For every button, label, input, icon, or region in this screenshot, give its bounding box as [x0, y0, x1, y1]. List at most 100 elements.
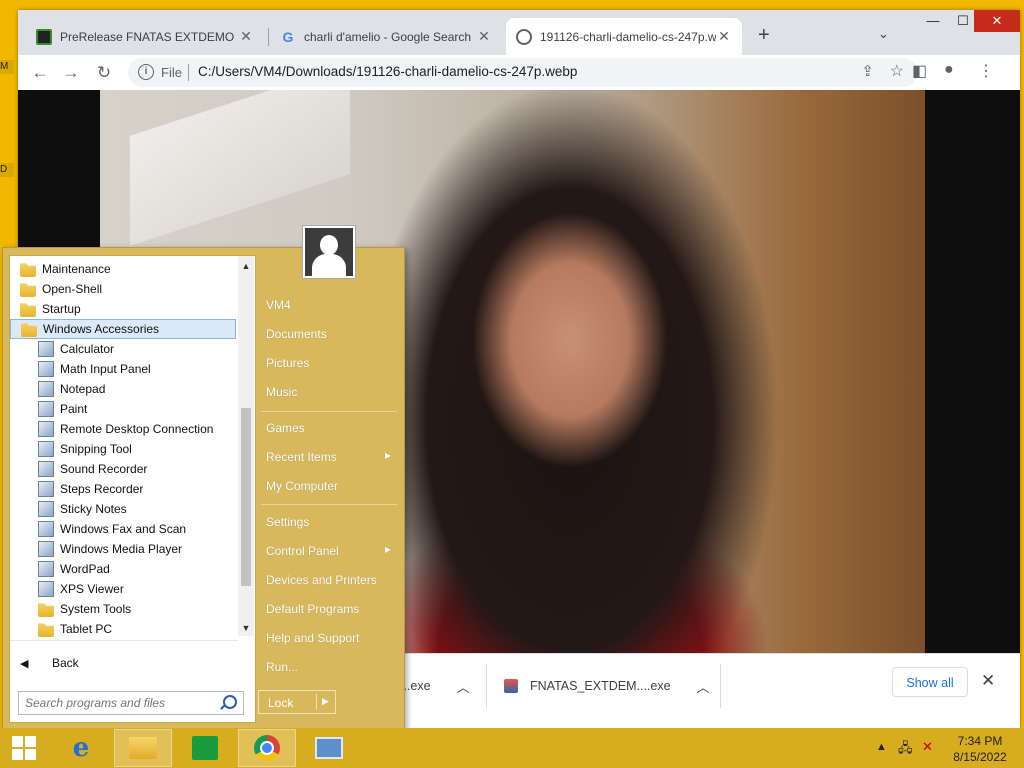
desktop-icon-label-fragment: D	[0, 163, 14, 177]
profile-avatar-icon[interactable]: ●	[944, 61, 954, 79]
program-item[interactable]: Paint	[10, 399, 236, 419]
start-item-pictures[interactable]: Pictures	[266, 356, 309, 370]
program-item[interactable]: Steps Recorder	[10, 479, 236, 499]
program-list-scrollbar[interactable]: ▲ ▼	[238, 256, 254, 636]
lock-label: Lock	[268, 696, 294, 710]
clock-date: 8/15/2022	[953, 750, 1007, 764]
program-item[interactable]: Windows Fax and Scan	[10, 519, 236, 539]
close-tab-icon[interactable]: ✕	[476, 28, 492, 45]
program-item[interactable]: WordPad	[10, 559, 236, 579]
side-panel-icon[interactable]: ◧	[912, 61, 927, 81]
program-item[interactable]: Sticky Notes	[10, 499, 236, 519]
start-item-recent-items[interactable]: Recent Items ▶	[266, 450, 391, 464]
taskbar-file-explorer[interactable]	[114, 729, 172, 767]
start-item-control-panel[interactable]: Control Panel ▶	[266, 544, 391, 558]
program-item[interactable]: XPS Viewer	[10, 579, 236, 599]
start-item-my-computer[interactable]: My Computer	[266, 479, 338, 493]
back-button[interactable]: ◀ Back	[10, 640, 238, 685]
start-item-vm4[interactable]: VM4	[266, 298, 291, 312]
fax-icon	[38, 521, 54, 537]
program-label: Steps Recorder	[60, 482, 144, 496]
chevron-up-icon[interactable]: ︿	[457, 677, 470, 696]
program-item[interactable]: Open-Shell	[10, 279, 236, 299]
program-label: WordPad	[60, 562, 110, 576]
close-tab-icon[interactable]: ✕	[716, 28, 732, 45]
search-box[interactable]	[18, 691, 244, 715]
scrollbar-thumb[interactable]	[241, 408, 251, 586]
new-tab-button[interactable]: +	[758, 24, 770, 47]
windows-logo-icon	[12, 736, 36, 760]
close-downloads-icon[interactable]: ✕	[981, 671, 995, 691]
close-window-button[interactable]: ✕	[974, 10, 1020, 32]
download-item[interactable]: ...exe ︿	[400, 666, 470, 706]
lock-button[interactable]: Lock ▶	[258, 690, 336, 714]
info-icon[interactable]: i	[138, 64, 154, 80]
taskbar-store[interactable]	[176, 729, 234, 767]
paint-icon	[38, 401, 54, 417]
lock-options-arrow-icon[interactable]: ▶	[322, 696, 329, 707]
close-tab-icon[interactable]: ✕	[238, 28, 254, 45]
reload-icon[interactable]: ↻	[92, 61, 116, 85]
more-menu-icon[interactable]: ⋮	[978, 61, 994, 81]
user-avatar[interactable]	[302, 225, 356, 279]
program-item[interactable]: Sound Recorder	[10, 459, 236, 479]
share-icon[interactable]: ⇪	[861, 62, 874, 80]
program-item[interactable]: Maintenance	[10, 259, 236, 279]
taskbar-chrome[interactable]	[238, 729, 296, 767]
start-item-documents[interactable]: Documents	[266, 327, 327, 341]
bookmark-star-icon[interactable]: ☆	[890, 61, 904, 81]
show-hidden-icons-arrow-icon[interactable]: ▲	[876, 741, 887, 753]
clock[interactable]: 7:34 PM 8/15/2022	[950, 733, 1010, 765]
start-menu-separator	[261, 411, 397, 412]
start-item-default-programs[interactable]: Default Programs	[266, 602, 359, 616]
program-item[interactable]: Notepad	[10, 379, 236, 399]
sticky-notes-icon	[38, 501, 54, 517]
volume-muted-icon[interactable]: ✕	[922, 739, 933, 755]
forward-arrow-icon[interactable]: →	[59, 61, 83, 85]
download-item[interactable]: FNATAS_EXTDEM....exe ︿	[504, 666, 710, 706]
program-item[interactable]: System Tools	[10, 599, 236, 619]
program-item[interactable]: Math Input Panel	[10, 359, 236, 379]
program-item[interactable]: Windows Accessories	[10, 319, 236, 339]
folder-icon	[20, 263, 36, 277]
tab-google-search[interactable]: G charli d'amelio - Google Search ✕	[270, 18, 502, 55]
tab-image-file[interactable]: 191126-charli-damelio-cs-247p.w ✕	[506, 18, 742, 55]
folder-icon	[38, 603, 54, 617]
tab-search-chevron-icon[interactable]: ⌄	[878, 26, 889, 42]
search-icon[interactable]	[223, 695, 237, 709]
show-all-button[interactable]: Show all	[892, 667, 968, 697]
scroll-down-icon[interactable]: ▼	[238, 620, 254, 636]
start-item-devices-and-printers[interactable]: Devices and Printers	[266, 573, 377, 587]
scroll-up-icon[interactable]: ▲	[238, 258, 254, 274]
taskbar-control-panel[interactable]	[300, 729, 358, 767]
program-item[interactable]: Tablet PC	[10, 619, 236, 639]
start-item-label: Default Programs	[266, 602, 360, 616]
taskbar: e ▲ 🖧 ✕ 7:34 PM 8/15/2022	[0, 728, 1024, 768]
start-item-help-and-support[interactable]: Help and Support	[266, 631, 359, 645]
network-icon[interactable]: 🖧	[898, 739, 913, 761]
address-bar[interactable]: i File C:/Users/VM4/Downloads/191126-cha…	[128, 58, 918, 87]
program-item[interactable]: Windows Media Player	[10, 539, 236, 559]
download-divider	[720, 664, 721, 708]
back-arrow-icon[interactable]: ←	[28, 61, 52, 85]
minimize-window-button[interactable]: —	[918, 10, 948, 32]
program-label: Windows Media Player	[60, 542, 183, 556]
program-item[interactable]: Startup	[10, 299, 236, 319]
start-item-settings[interactable]: Settings	[266, 515, 309, 529]
program-label: Calculator	[60, 342, 115, 356]
tab-divider	[268, 28, 269, 46]
start-item-games[interactable]: Games	[266, 421, 305, 435]
program-item[interactable]: Calculator	[10, 339, 236, 359]
program-item[interactable]: Snipping Tool	[10, 439, 236, 459]
start-item-run[interactable]: Run...	[266, 660, 298, 674]
tab-prerelease[interactable]: PreRelease FNATAS EXTDEMO In ✕	[26, 18, 264, 55]
program-item[interactable]: Remote Desktop Connection	[10, 419, 236, 439]
start-button[interactable]	[0, 729, 48, 767]
taskbar-internet-explorer[interactable]: e	[52, 729, 110, 767]
address-url[interactable]: C:/Users/VM4/Downloads/191126-charli-dam…	[198, 64, 577, 79]
chevron-up-icon[interactable]: ︿	[697, 677, 710, 696]
installer-icon	[504, 679, 518, 693]
browser-toolbar: ← → ↻ i File C:/Users/VM4/Downloads/1911…	[18, 55, 1020, 91]
start-item-music[interactable]: Music	[266, 385, 297, 399]
search-input[interactable]	[19, 692, 229, 714]
